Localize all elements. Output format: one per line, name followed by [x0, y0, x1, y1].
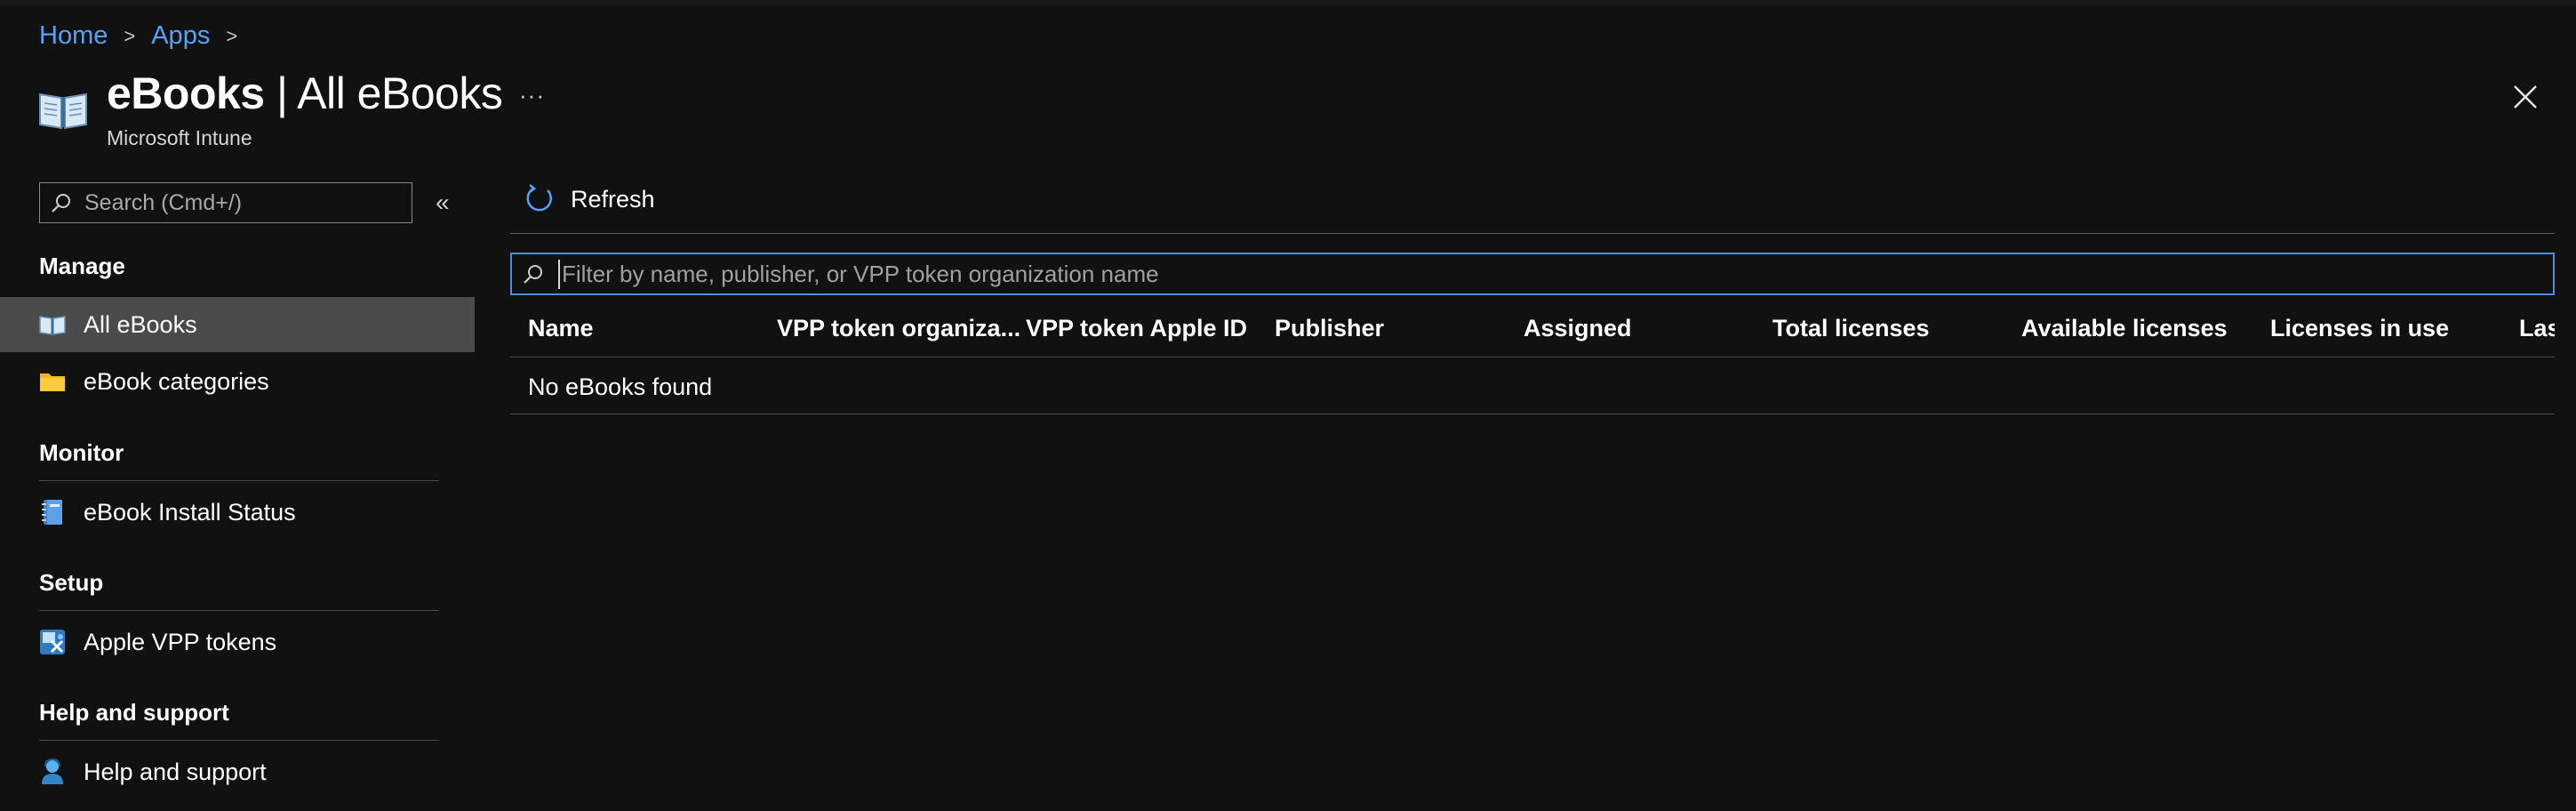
- column-header-vpp-token-organization[interactable]: VPP token organiza...: [777, 315, 1020, 342]
- sidebar-item-label: All eBooks: [84, 310, 197, 338]
- section-help: Help and support: [39, 699, 229, 726]
- sidebar-search[interactable]: [39, 182, 412, 223]
- toolbar-divider: [510, 233, 2555, 234]
- column-header-last[interactable]: Last: [2519, 315, 2555, 342]
- page-subtitle: Microsoft Intune: [107, 126, 252, 149]
- refresh-label: Refresh: [571, 185, 655, 213]
- section-divider: [39, 480, 439, 481]
- column-header-publisher[interactable]: Publisher: [1275, 315, 1384, 342]
- sidebar-item-label: eBook Install Status: [84, 498, 296, 526]
- top-border: [0, 0, 2576, 5]
- column-header-name[interactable]: Name: [528, 315, 594, 342]
- sidebar-search-input[interactable]: [83, 189, 403, 217]
- page-title: eBooks | All eBooks: [107, 68, 503, 119]
- sidebar-item-label: eBook categories: [84, 367, 269, 395]
- page-title-bold: eBooks: [107, 68, 265, 118]
- chevron-right-icon: >: [226, 24, 238, 47]
- notebook-icon: [39, 499, 66, 526]
- sidebar-item-apple-vpp-tokens[interactable]: Apple VPP tokens: [0, 614, 475, 670]
- sidebar-item-all-ebooks[interactable]: All eBooks: [0, 297, 475, 352]
- book-icon: [37, 87, 89, 132]
- search-icon: [524, 265, 542, 284]
- sidebar-item-ebook-categories[interactable]: eBook categories: [0, 354, 475, 409]
- refresh-icon: [526, 184, 552, 212]
- column-header-licenses-in-use[interactable]: Licenses in use: [2270, 315, 2449, 342]
- page-title-rest: | All eBooks: [264, 68, 503, 118]
- section-manage: Manage: [39, 253, 125, 279]
- sidebar-item-help-and-support[interactable]: Help and support: [0, 744, 475, 799]
- folder-icon: [39, 368, 66, 395]
- breadcrumb: Home > Apps >: [39, 21, 253, 51]
- breadcrumb-home-link[interactable]: Home: [39, 21, 108, 51]
- vpp-token-icon: [39, 629, 66, 655]
- sidebar-item-ebook-install-status[interactable]: eBook Install Status: [0, 485, 475, 540]
- support-person-icon: [39, 759, 66, 785]
- column-header-assigned[interactable]: Assigned: [1524, 315, 1632, 342]
- filter-box[interactable]: [510, 253, 2555, 295]
- section-setup: Setup: [39, 569, 104, 596]
- sidebar-item-label: Apple VPP tokens: [84, 628, 277, 655]
- section-monitor: Monitor: [39, 439, 124, 466]
- breadcrumb-apps-link[interactable]: Apps: [151, 21, 210, 51]
- chevron-right-icon: >: [124, 24, 136, 47]
- filter-input[interactable]: [558, 259, 2514, 289]
- ebooks-table: Name VPP token organiza... VPP token App…: [510, 302, 2555, 414]
- close-icon[interactable]: [2512, 84, 2539, 110]
- sidebar-item-label: Help and support: [84, 758, 267, 785]
- collapse-sidebar-button[interactable]: «: [436, 189, 450, 217]
- column-header-available-licenses[interactable]: Available licenses: [2021, 315, 2228, 342]
- table-header: Name VPP token organiza... VPP token App…: [510, 302, 2555, 357]
- empty-row: No eBooks found: [510, 357, 2555, 414]
- column-header-vpp-token-apple-id[interactable]: VPP token Apple ID: [1026, 315, 1247, 342]
- column-header-total-licenses[interactable]: Total licenses: [1772, 315, 1930, 342]
- book-icon: [39, 311, 66, 338]
- search-icon: [52, 194, 70, 213]
- section-divider: [39, 610, 439, 611]
- empty-message: No eBooks found: [528, 373, 713, 400]
- section-divider: [39, 740, 439, 741]
- more-options-button[interactable]: ···: [519, 82, 545, 109]
- refresh-button[interactable]: Refresh: [523, 183, 655, 215]
